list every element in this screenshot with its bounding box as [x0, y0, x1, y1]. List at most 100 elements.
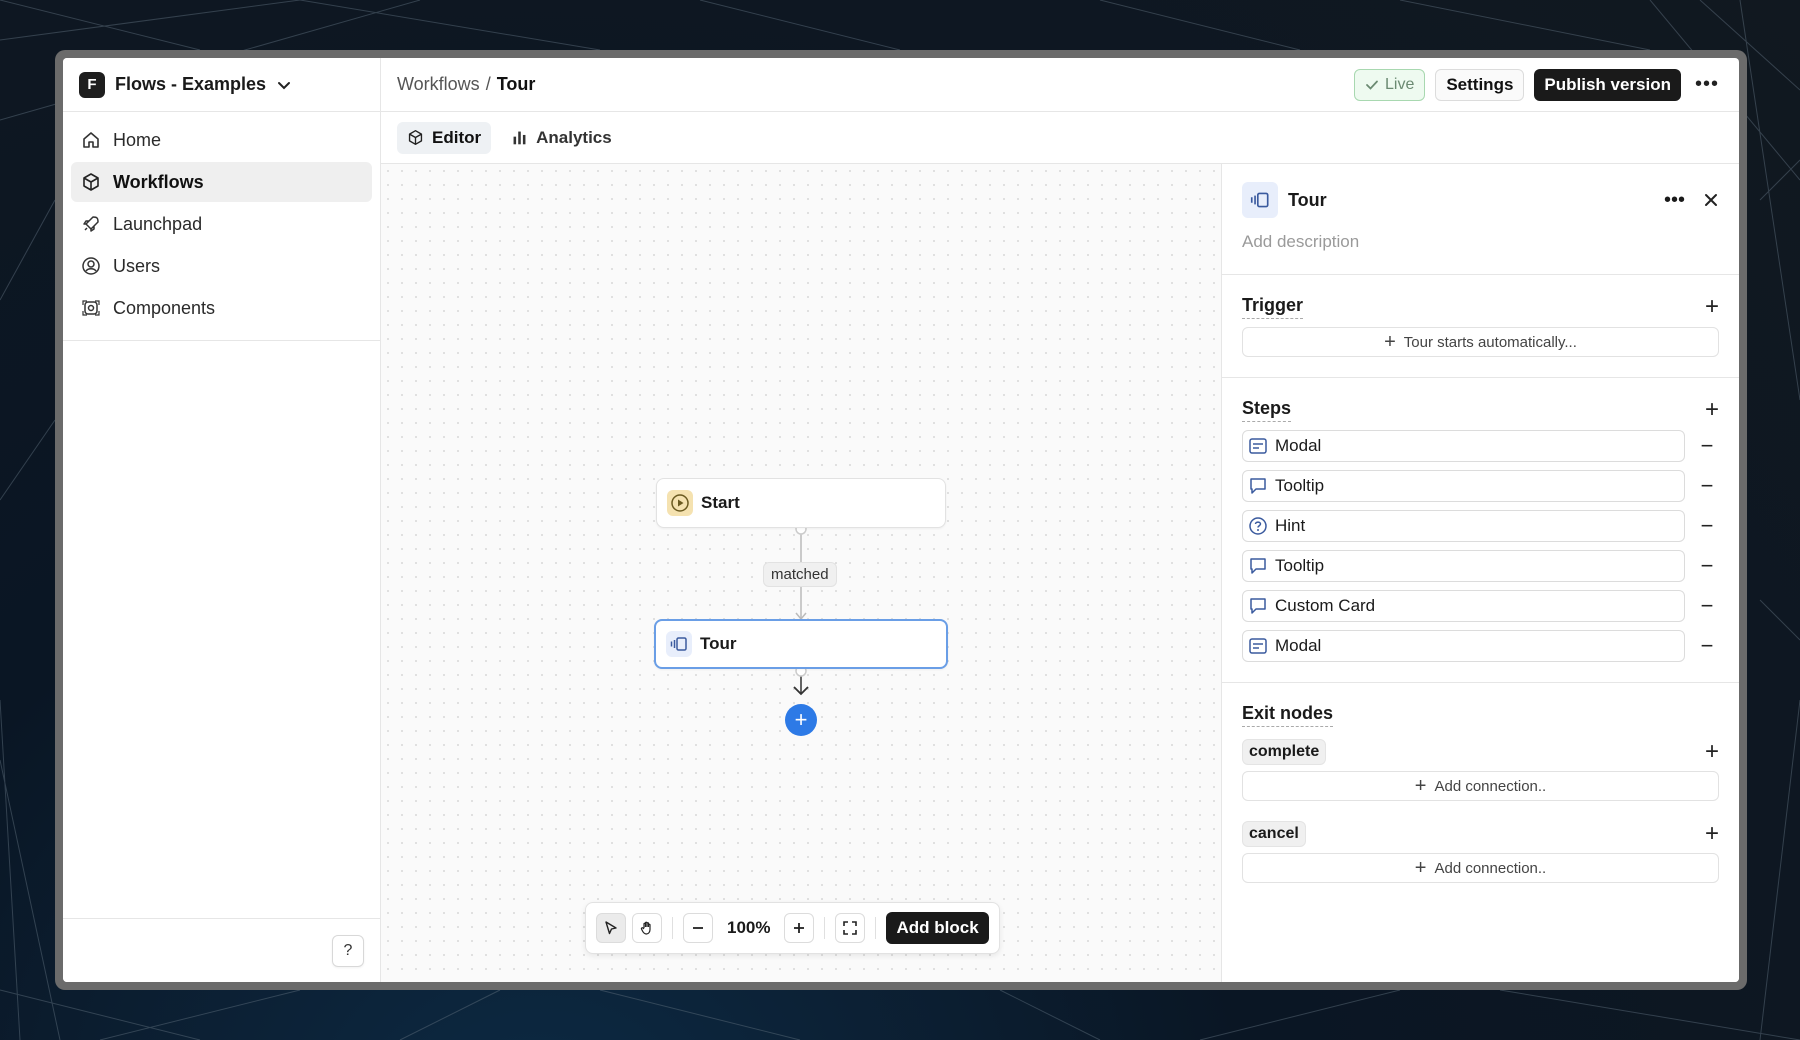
step-item[interactable]: Tooltip: [1242, 470, 1685, 502]
pointer-tool-icon[interactable]: [596, 913, 626, 943]
zoom-out-icon[interactable]: [683, 913, 713, 943]
sidebar-item-launchpad[interactable]: Launchpad: [71, 204, 372, 244]
exit-node-header: cancel +: [1242, 821, 1719, 847]
publish-version-button[interactable]: Publish version: [1534, 68, 1681, 101]
properties-panel: Tour ••• Add description Trigger + + Tou…: [1221, 164, 1739, 982]
sidebar-item-components[interactable]: Components: [71, 288, 372, 328]
remove-step-icon[interactable]: −: [1695, 473, 1719, 499]
hint-icon: [1247, 515, 1269, 537]
more-options-icon[interactable]: •••: [1664, 189, 1685, 212]
remove-step-icon[interactable]: −: [1695, 633, 1719, 659]
top-actions: Live Settings Publish version •••: [1353, 68, 1723, 101]
remove-step-icon[interactable]: −: [1695, 593, 1719, 619]
remove-step-icon[interactable]: −: [1695, 433, 1719, 459]
help-button[interactable]: ?: [332, 934, 364, 967]
plus-icon: +: [1384, 330, 1396, 353]
hand-tool-icon[interactable]: [632, 913, 662, 943]
step-label: Custom Card: [1275, 596, 1376, 615]
sidebar-item-label: Workflows: [113, 171, 204, 192]
trigger-title: Trigger: [1242, 295, 1304, 319]
add-trigger-button[interactable]: + Tour starts automatically...: [1242, 327, 1719, 357]
trigger-action-label: Tour starts automatically...: [1403, 333, 1577, 351]
topbar: Workflows / Tour Live Settings Publish v…: [381, 58, 1739, 112]
canvas-toolbar: 100% Add block: [585, 902, 1000, 954]
remove-step-icon[interactable]: −: [1695, 553, 1719, 579]
user-icon: [82, 257, 100, 275]
step-label: Hint: [1275, 516, 1306, 535]
plus-icon: +: [1414, 856, 1427, 879]
fit-view-icon[interactable]: [835, 913, 866, 943]
step-item[interactable]: Modal: [1242, 430, 1685, 462]
add-node-button[interactable]: +: [785, 704, 817, 736]
toolbar-divider: [672, 917, 673, 939]
sidebar-item-label: Launchpad: [113, 213, 203, 234]
step-row: Hint −: [1242, 510, 1719, 542]
rocket-icon: [83, 216, 99, 232]
sidebar-item-users[interactable]: Users: [71, 246, 372, 286]
tour-icon: [666, 631, 692, 657]
add-exit-connection-icon[interactable]: +: [1705, 740, 1719, 764]
workspace-badge: F: [79, 71, 105, 98]
exit-node-cancel: cancel + + Add connection..: [1242, 821, 1719, 883]
tooltip-icon: [1247, 475, 1269, 497]
toolbar-divider: [875, 917, 877, 939]
close-icon[interactable]: [1703, 192, 1719, 208]
live-label: Live: [1384, 75, 1415, 93]
more-options-icon[interactable]: •••: [1691, 69, 1723, 101]
panel-title-row: Tour •••: [1242, 182, 1719, 218]
breadcrumb: Workflows / Tour: [397, 74, 535, 95]
add-connection-button[interactable]: + Add connection..: [1242, 853, 1719, 883]
step-row: Modal −: [1242, 430, 1719, 462]
steps-section: Steps + Modal − Tooltip − Hint − Tooltip…: [1222, 378, 1739, 683]
exit-node-tag: cancel: [1242, 821, 1306, 847]
add-connection-label: Add connection..: [1434, 777, 1547, 795]
step-row: Custom Card −: [1242, 590, 1719, 622]
sidebar-nav: Home Workflows Launchpad Users Component…: [63, 112, 380, 341]
steps-header: Steps +: [1242, 398, 1719, 422]
step-row: Tooltip −: [1242, 550, 1719, 582]
tab-analytics[interactable]: Analytics: [501, 122, 622, 154]
breadcrumb-current: Tour: [496, 74, 536, 94]
components-icon: [82, 300, 100, 316]
tour-node-label: Tour: [700, 634, 737, 653]
tour-node[interactable]: Tour: [654, 619, 948, 669]
add-connection-button[interactable]: + Add connection..: [1242, 771, 1719, 801]
zoom-in-icon[interactable]: [784, 913, 815, 943]
workflows-icon: [83, 173, 99, 191]
add-trigger-icon[interactable]: +: [1705, 295, 1719, 319]
workspace: Start matched Tour + 100% Add block Tour…: [381, 164, 1739, 982]
remove-step-icon[interactable]: −: [1695, 513, 1719, 539]
exit-node-header: complete +: [1242, 739, 1719, 765]
tab-editor[interactable]: Editor: [397, 121, 492, 154]
add-step-icon[interactable]: +: [1705, 398, 1719, 422]
sidebar: F Flows - Examples Home Workflows Launch…: [63, 58, 381, 982]
sidebar-footer: ?: [63, 918, 380, 982]
exit-node-tag: complete: [1242, 739, 1327, 765]
sidebar-item-home[interactable]: Home: [71, 120, 372, 160]
add-exit-connection-icon[interactable]: +: [1705, 822, 1719, 846]
live-status-button[interactable]: Live: [1353, 68, 1426, 101]
tab-label: Editor: [432, 127, 482, 147]
flow-canvas[interactable]: Start matched Tour + 100% Add block: [381, 164, 1221, 982]
exit-nodes-title: Exit nodes: [1242, 703, 1334, 727]
settings-button[interactable]: Settings: [1435, 68, 1525, 101]
step-item[interactable]: Hint: [1242, 510, 1685, 542]
sidebar-item-workflows[interactable]: Workflows: [71, 162, 372, 202]
bar-chart-icon: [513, 131, 526, 145]
modal-icon: [1247, 435, 1269, 457]
start-node[interactable]: Start: [656, 478, 946, 528]
start-node-label: Start: [701, 493, 740, 512]
toolbar-divider: [824, 917, 826, 939]
workspace-switcher[interactable]: F Flows - Examples: [63, 58, 380, 112]
breadcrumb-parent[interactable]: Workflows: [397, 74, 480, 95]
step-item[interactable]: Modal: [1242, 630, 1685, 662]
zoom-level: 100%: [727, 918, 771, 937]
check-icon: [1366, 80, 1378, 90]
step-item[interactable]: Tooltip: [1242, 550, 1685, 582]
tab-label: Analytics: [536, 127, 612, 147]
step-item[interactable]: Custom Card: [1242, 590, 1685, 622]
description-field[interactable]: Add description: [1242, 232, 1719, 252]
add-block-button[interactable]: Add block: [886, 912, 989, 944]
trigger-header: Trigger +: [1242, 295, 1719, 319]
